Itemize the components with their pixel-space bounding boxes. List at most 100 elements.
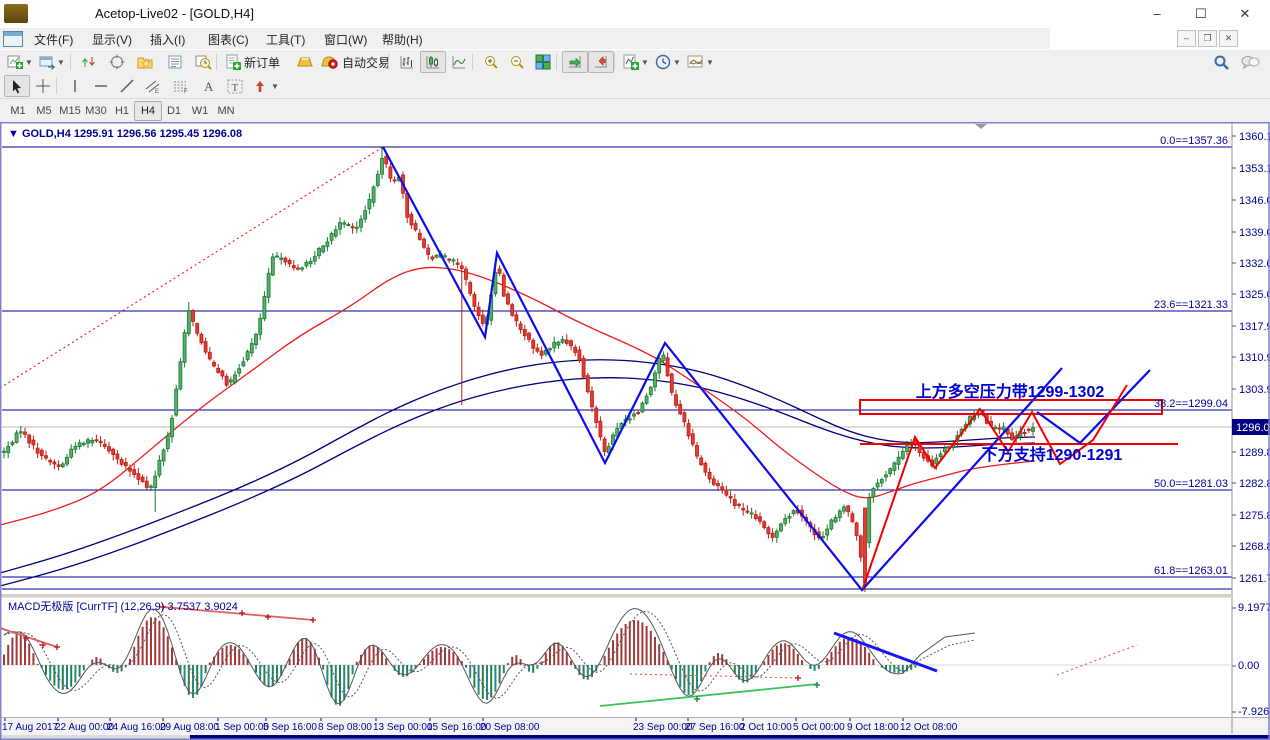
candle-body <box>196 324 199 334</box>
period-mn[interactable]: MN <box>212 101 240 121</box>
fibonacci-tool-button[interactable]: F <box>168 75 194 97</box>
chart-canvas[interactable]: 上方多空压力带1299-1302下方支持1290-12910.0==1357.3… <box>0 122 1270 740</box>
candle-body <box>906 446 909 452</box>
candle-body <box>633 414 636 416</box>
candle-body <box>162 450 165 461</box>
mdi-close-button[interactable]: ✕ <box>1219 30 1238 47</box>
templates-button[interactable]: ▼ <box>684 51 717 73</box>
gold-symbol-button[interactable] <box>292 51 318 73</box>
candle-body <box>271 257 274 275</box>
text-label-tool-button[interactable]: T <box>222 75 248 97</box>
vertical-line-tool-button[interactable] <box>62 75 88 97</box>
menu-help[interactable]: 帮助(H) <box>382 31 423 48</box>
market-watch-button[interactable] <box>76 51 102 73</box>
new-chart-button[interactable]: ▼ <box>4 51 36 73</box>
indicators-button[interactable]: ▼ <box>620 51 652 73</box>
candle-body <box>393 180 396 181</box>
channel-tool-button[interactable]: E <box>140 75 166 97</box>
candle-body <box>880 480 883 483</box>
line-chart-mode-button[interactable] <box>446 51 472 73</box>
candle-body <box>259 318 262 334</box>
trendline-tool-button[interactable] <box>114 75 140 97</box>
candle-body <box>742 509 745 510</box>
minimize-button[interactable]: – <box>1140 4 1174 24</box>
candle-body <box>11 442 14 444</box>
candle-body <box>225 376 228 385</box>
horizontal-line-icon <box>94 80 108 92</box>
text-tool-button[interactable]: A <box>196 75 222 97</box>
menu-file[interactable]: 文件(F) <box>34 31 73 48</box>
candle-body <box>217 368 220 372</box>
candle-body <box>410 214 413 225</box>
chat-button[interactable] <box>1237 51 1263 73</box>
menu-view[interactable]: 显示(V) <box>92 31 132 48</box>
period-h1[interactable]: H1 <box>108 101 136 121</box>
price-tick-label: 1303.90 <box>1239 384 1270 396</box>
menu-charts[interactable]: 图表(C) <box>208 31 249 48</box>
mt4-window: { "window": { "title": "Acetop-Live02 - … <box>0 0 1270 740</box>
menu-insert[interactable]: 插入(I) <box>150 31 185 48</box>
cursor-tool-button[interactable] <box>4 75 30 97</box>
candle-body <box>998 428 1001 429</box>
zoom-in-icon <box>483 54 499 70</box>
period-m5[interactable]: M5 <box>30 101 58 121</box>
strategy-tester-button[interactable] <box>190 51 216 73</box>
title-bar: Acetop-Live02 - [GOLD,H4] – ☐ ✕ <box>0 0 1270 29</box>
bar-chart-mode-button[interactable] <box>394 51 420 73</box>
zoom-out-button[interactable] <box>504 51 530 73</box>
menu-tools[interactable]: 工具(T) <box>266 31 305 48</box>
candle-body <box>994 428 997 429</box>
profiles-button[interactable]: ▼ <box>36 51 68 73</box>
candle-body <box>893 463 896 470</box>
period-w1[interactable]: W1 <box>186 101 214 121</box>
candle-body <box>507 294 510 304</box>
candle-body <box>549 349 552 350</box>
period-m30[interactable]: M30 <box>82 101 110 121</box>
zoom-in-button[interactable] <box>478 51 504 73</box>
period-m1[interactable]: M1 <box>4 101 32 121</box>
candle-body <box>641 403 644 412</box>
period-h4[interactable]: H4 <box>134 101 162 121</box>
autotrading-button[interactable]: 自动交易 <box>318 51 393 73</box>
candle-body <box>334 230 337 236</box>
period-d1[interactable]: D1 <box>160 101 188 121</box>
crosshair-tool-button[interactable] <box>30 75 56 97</box>
chart-shift-button[interactable] <box>588 51 614 73</box>
candle-body <box>61 464 64 467</box>
candle-body <box>330 234 333 241</box>
close-button[interactable]: ✕ <box>1228 4 1262 24</box>
period-m15[interactable]: M15 <box>56 101 84 121</box>
candle-body <box>141 477 144 481</box>
candle-chart-mode-button[interactable] <box>420 51 446 73</box>
tile-windows-icon <box>535 54 551 70</box>
candle-body <box>767 528 770 534</box>
arrows-tool-button[interactable]: ▼ <box>250 75 282 97</box>
candle-body <box>649 387 652 394</box>
candle-body <box>654 373 657 387</box>
candle-body <box>267 273 270 297</box>
new-order-button[interactable]: 新订单 <box>222 51 283 73</box>
candle-body <box>78 443 81 447</box>
candle-body <box>775 531 778 537</box>
menu-window[interactable]: 窗口(W) <box>324 31 367 48</box>
navigator-button[interactable] <box>104 51 130 73</box>
mdi-restore-button[interactable]: ❐ <box>1198 30 1217 47</box>
favorites-button[interactable] <box>132 51 158 73</box>
trendline-icon <box>120 79 134 93</box>
data-window-button[interactable] <box>162 51 188 73</box>
horizontal-line-tool-button[interactable] <box>88 75 114 97</box>
search-button[interactable] <box>1208 51 1234 73</box>
candle-body <box>406 193 409 217</box>
autoscroll-button[interactable] <box>562 51 588 73</box>
tile-windows-button[interactable] <box>530 51 556 73</box>
mdi-minimize-button[interactable]: – <box>1177 30 1196 47</box>
candle-body <box>213 362 216 366</box>
candle-body <box>822 536 825 537</box>
candle-body <box>53 462 56 464</box>
timeframes-button[interactable]: ▼ <box>652 51 684 73</box>
candle-body <box>838 511 841 517</box>
candle-body <box>389 167 392 178</box>
maximize-button[interactable]: ☐ <box>1184 4 1218 24</box>
candle-body <box>435 255 438 257</box>
candle-body <box>158 460 161 475</box>
